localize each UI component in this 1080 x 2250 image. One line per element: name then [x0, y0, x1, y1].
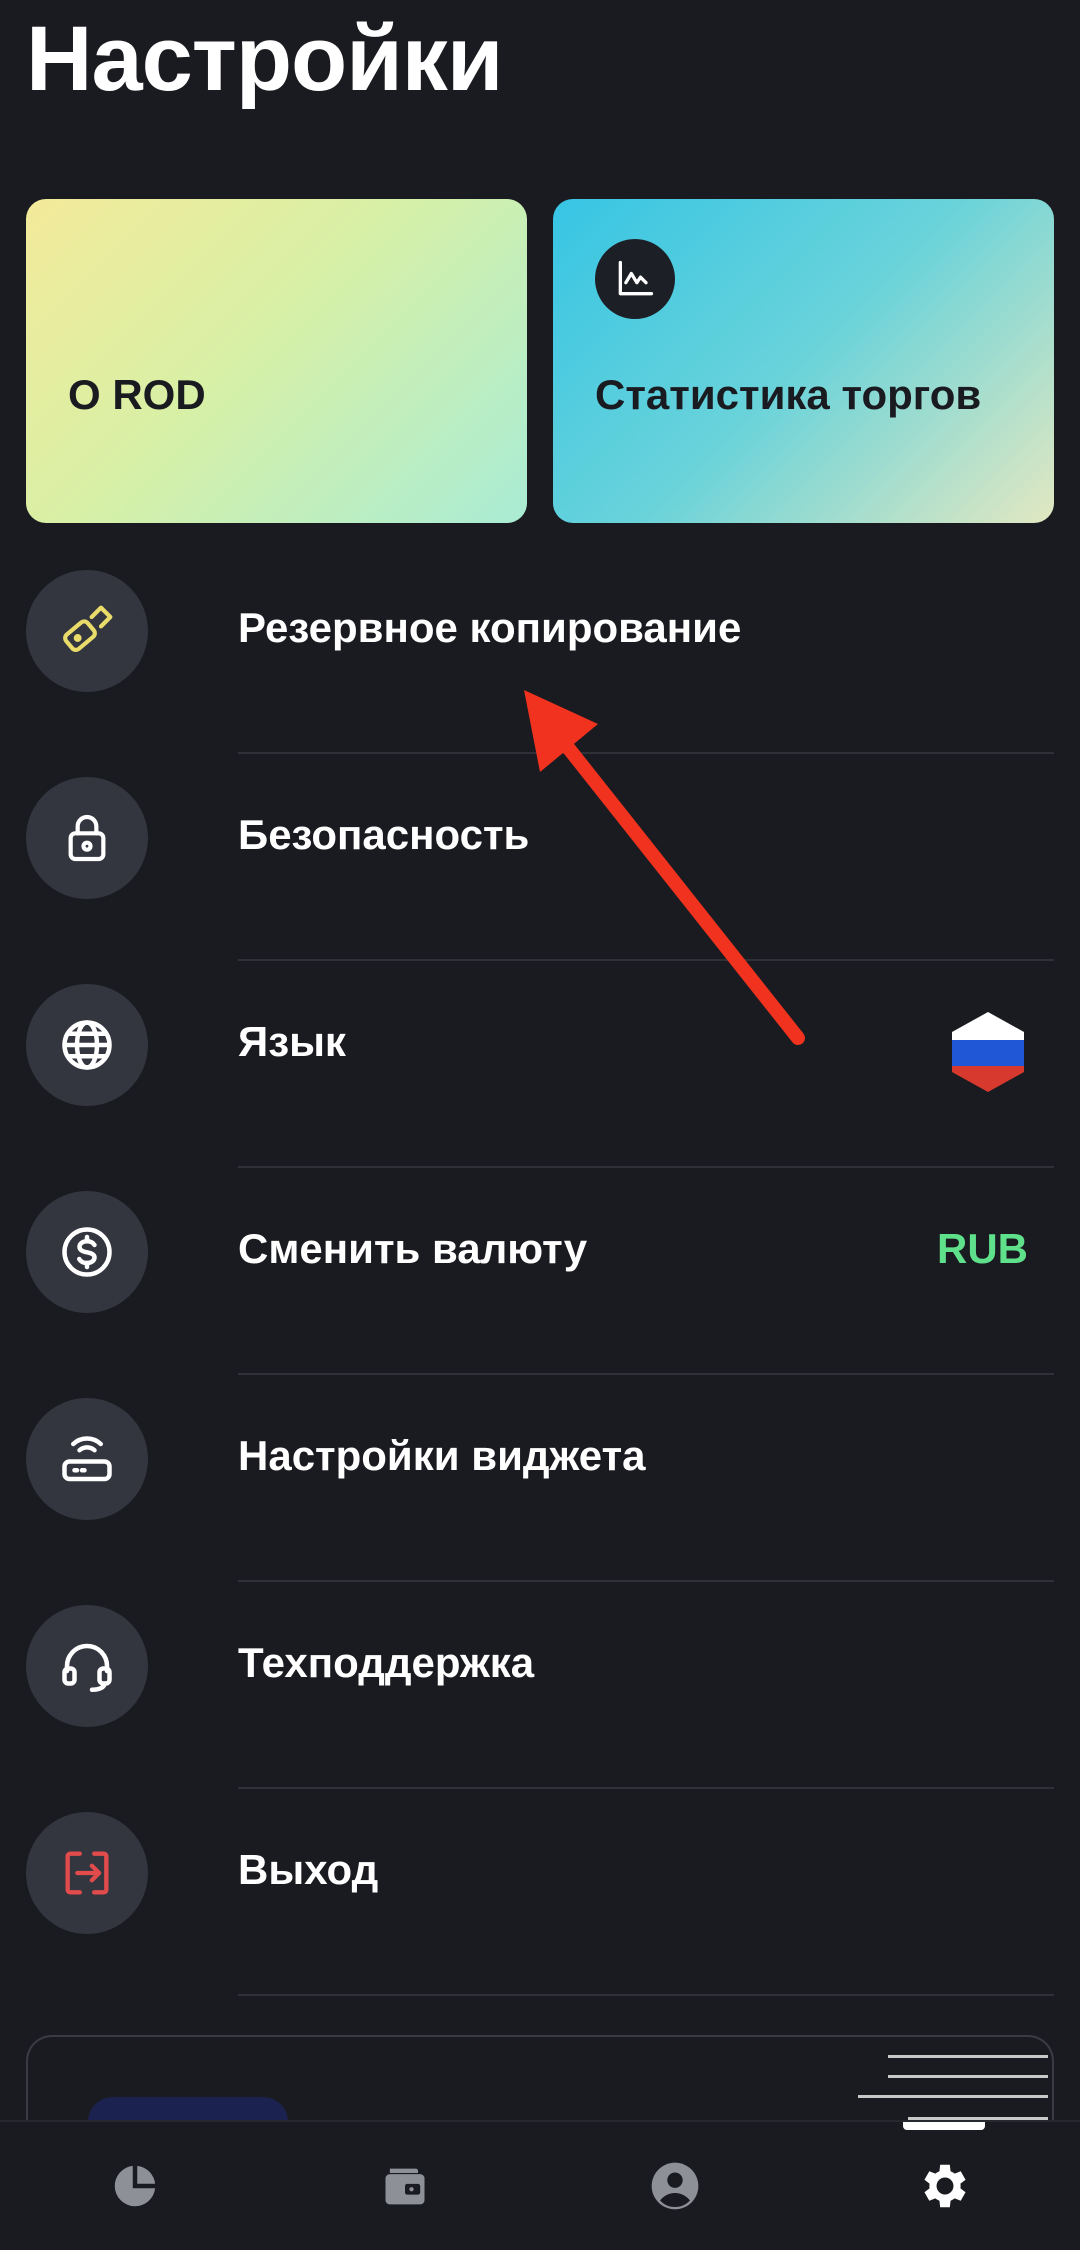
currency-value: RUB [937, 1225, 1028, 1272]
profile-icon [651, 2162, 699, 2210]
wallet-icon [385, 2168, 425, 2205]
about-rod-card[interactable]: О ROD [26, 199, 527, 523]
settings-item-label: Техподдержка [238, 1639, 535, 1686]
settings-item-logout[interactable]: Выход [0, 1788, 1080, 1996]
router-icon [26, 1398, 148, 1520]
page-title: Настройки [26, 8, 503, 110]
promo-line [888, 2055, 1048, 2058]
settings-item-label: Резервное копирование [238, 604, 742, 651]
lock-icon [26, 777, 148, 899]
pie-chart-icon [114, 2165, 156, 2207]
settings-item-label: Выход [238, 1846, 379, 1893]
promo-line [888, 2075, 1048, 2078]
globe-icon [26, 984, 148, 1106]
nav-portfolio[interactable] [0, 2122, 270, 2250]
settings-item-currency[interactable]: Сменить валюту RUB [0, 1167, 1080, 1375]
chart-icon [595, 239, 675, 319]
trading-stats-label: Статистика торгов [595, 371, 982, 418]
logout-icon [26, 1812, 148, 1934]
nav-settings[interactable] [810, 2122, 1080, 2250]
settings-item-label: Безопасность [238, 811, 530, 858]
bottom-navigation [0, 2120, 1080, 2250]
promo-line [858, 2095, 1048, 2098]
settings-item-support[interactable]: Техподдержка [0, 1581, 1080, 1789]
trading-stats-card[interactable]: Статистика торгов [553, 199, 1054, 523]
headset-icon [26, 1605, 148, 1727]
settings-item-label: Настройки виджета [238, 1432, 646, 1479]
nav-profile[interactable] [540, 2122, 810, 2250]
russian-flag-icon [952, 1012, 1024, 1092]
settings-gear-icon [924, 2164, 966, 2208]
annotation-arrow-icon [524, 690, 805, 1045]
settings-item-label: Сменить валюту [238, 1225, 588, 1272]
dollar-icon [26, 1191, 148, 1313]
usb-drive-icon [26, 570, 148, 692]
settings-item-widget[interactable]: Настройки виджета [0, 1374, 1080, 1582]
divider [238, 1994, 1054, 1996]
settings-item-label: Язык [238, 1018, 346, 1065]
about-rod-label: О ROD [68, 371, 206, 418]
nav-wallet[interactable] [270, 2122, 540, 2250]
